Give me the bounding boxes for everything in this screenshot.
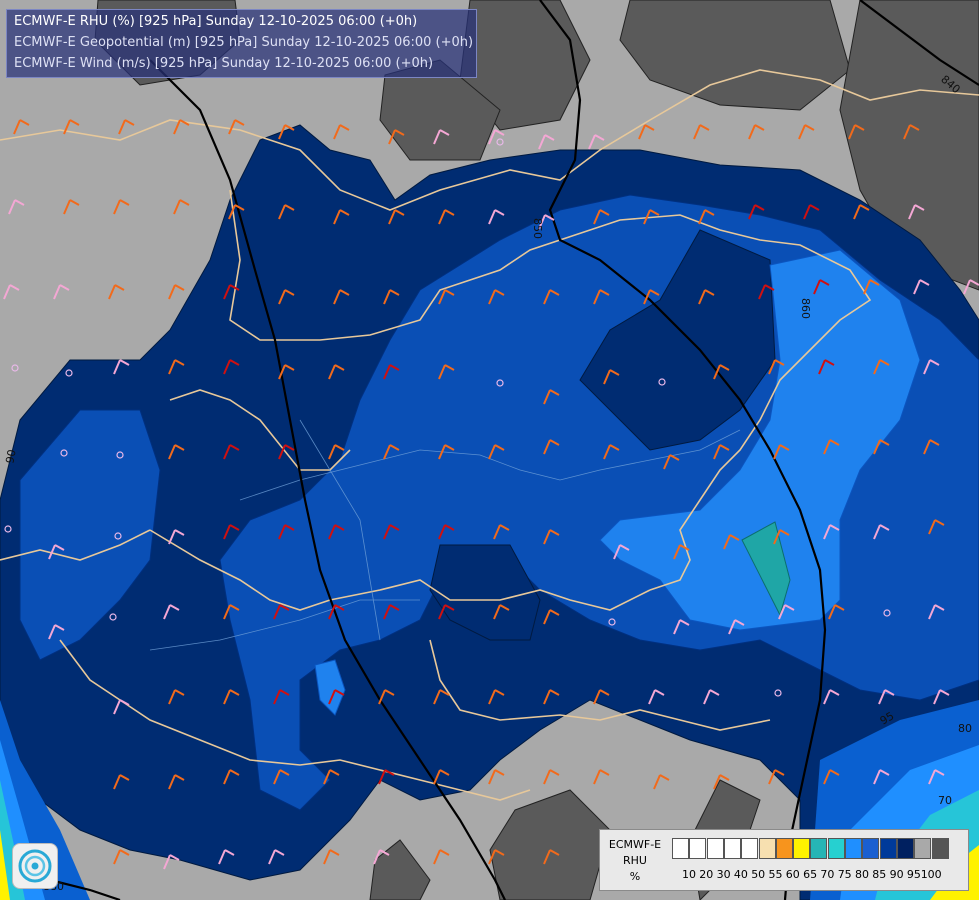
provider-logo xyxy=(12,843,58,889)
legend-swatch xyxy=(723,838,741,859)
title-geopotential: ECMWF-E Geopotential (m) [925 hPa] Sunda… xyxy=(14,35,474,50)
legend-swatch xyxy=(810,838,828,859)
legend-field: RHU xyxy=(623,854,647,867)
contour-label-rhu-70: 70 xyxy=(938,794,952,807)
legend-swatch xyxy=(758,838,776,859)
legend-swatch xyxy=(827,838,845,859)
legend-swatch xyxy=(896,838,914,859)
legend-swatch xyxy=(914,838,932,859)
legend-swatch xyxy=(672,838,689,859)
weather-map xyxy=(0,0,979,900)
legend-swatch xyxy=(845,838,862,859)
legend-swatch xyxy=(741,838,759,859)
legend-tick-label: 100 xyxy=(920,868,942,881)
contour-label-860: 860 xyxy=(799,298,812,319)
legend-swatch xyxy=(931,838,949,859)
legend-model: ECMWF-E xyxy=(608,838,662,851)
swirl-icon xyxy=(18,849,52,883)
rhu-legend: ECMWF-E RHU % 10 20 30 40 50 55 60 65 70 75 80 85 90… xyxy=(599,829,969,891)
title-wind: ECMWF-E Wind (m/s) [925 hPa] Sunday 12-1… xyxy=(14,56,434,71)
contour-label-rhu-80: 80 xyxy=(958,722,972,735)
legend-swatch xyxy=(775,838,793,859)
map-title-box: ECMWF-E RHU (%) [925 hPa] Sunday 12-10-2… xyxy=(6,9,477,78)
contour-label-rhu-90: 90 xyxy=(3,448,19,465)
legend-unit: % xyxy=(629,870,641,883)
legend-swatch xyxy=(793,838,811,859)
legend-swatch xyxy=(879,838,897,859)
legend-swatch xyxy=(706,838,724,859)
legend-swatch xyxy=(689,838,707,859)
legend-swatch xyxy=(862,838,880,859)
title-rhu: ECMWF-E RHU (%) [925 hPa] Sunday 12-10-2… xyxy=(14,14,418,29)
contour-label-850: 850 xyxy=(531,218,544,239)
